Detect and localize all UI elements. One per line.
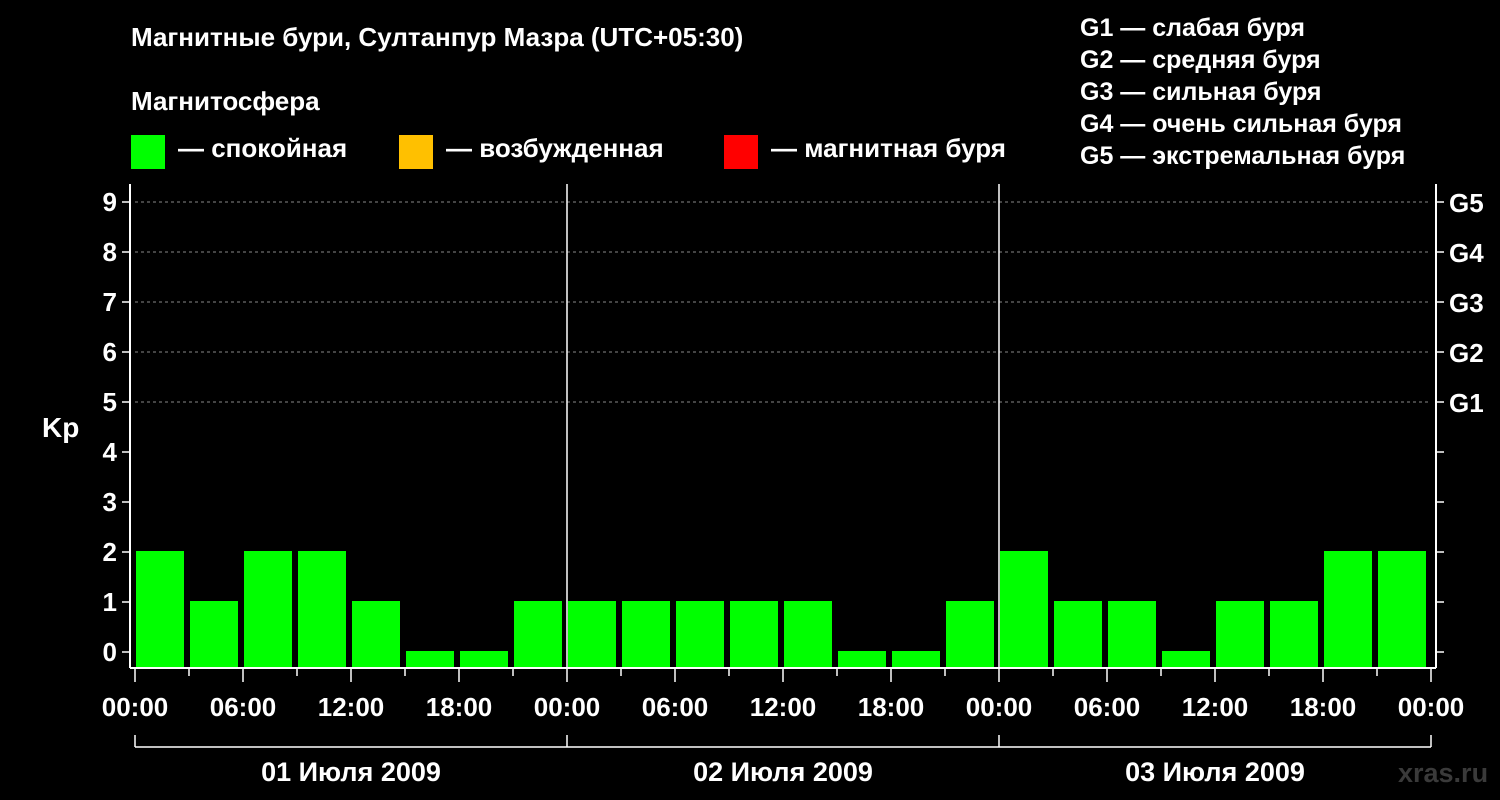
x-tick-label: 00:00 (534, 692, 601, 722)
y-tick-label: 3 (103, 487, 117, 517)
kp-bar (946, 601, 994, 668)
x-tick-label: 12:00 (318, 692, 385, 722)
g-tick-label: G3 (1449, 288, 1484, 318)
kp-bar (622, 601, 670, 668)
kp-bar (1378, 551, 1426, 668)
kp-bar (838, 651, 886, 668)
kp-bar (352, 601, 400, 668)
day-label: 01 Июля 2009 (261, 757, 441, 787)
y-tick-label: 4 (103, 437, 118, 467)
x-tick-label: 18:00 (858, 692, 925, 722)
x-tick-label: 06:00 (210, 692, 277, 722)
kp-bar (1270, 601, 1318, 668)
kp-bar (298, 551, 346, 668)
y-tick-label: 0 (103, 637, 117, 667)
g-tick-label: G4 (1449, 238, 1484, 268)
kp-bar (190, 601, 238, 668)
kp-bar (1162, 651, 1210, 668)
y-tick-label: 7 (103, 287, 117, 317)
kp-bar (676, 601, 724, 668)
day-label: 03 Июля 2009 (1125, 757, 1305, 787)
x-tick-label: 00:00 (1398, 692, 1465, 722)
y-tick-label: 5 (103, 387, 117, 417)
g-tick-label: G1 (1449, 388, 1484, 418)
kp-bar (730, 601, 778, 668)
kp-bar (406, 651, 454, 668)
kp-bar (1324, 551, 1372, 668)
y-tick-label: 1 (103, 587, 117, 617)
kp-bar (784, 601, 832, 668)
kp-bar (1216, 601, 1264, 668)
y-tick-label: 6 (103, 337, 117, 367)
kp-bar (514, 601, 562, 668)
x-tick-label: 00:00 (966, 692, 1033, 722)
x-tick-label: 12:00 (750, 692, 817, 722)
y-tick-label: 2 (103, 537, 117, 567)
x-tick-label: 18:00 (426, 692, 493, 722)
kp-chart: 0 1 2 3 4 5 6 7 8 9 G1 G2 G3 G4 G5 00:00 06:00 12:00 18:00… (102, 184, 1484, 787)
g-tick-label: G5 (1449, 188, 1484, 218)
y-tick-label: 9 (103, 187, 117, 217)
x-tick-label: 12:00 (1182, 692, 1249, 722)
day-label: 02 Июля 2009 (693, 757, 873, 787)
kp-bar (1000, 551, 1048, 668)
kp-bar (136, 551, 184, 668)
x-tick-label: 00:00 (102, 692, 169, 722)
g-tick-label: G2 (1449, 338, 1484, 368)
x-tick-label: 18:00 (1290, 692, 1357, 722)
kp-bar (892, 651, 940, 668)
x-tick-label: 06:00 (1074, 692, 1141, 722)
kp-bar (568, 601, 616, 668)
x-tick-label: 06:00 (642, 692, 709, 722)
kp-bar (460, 651, 508, 668)
kp-bar (244, 551, 292, 668)
kp-bar (1108, 601, 1156, 668)
y-tick-label: 8 (103, 237, 117, 267)
kp-bar (1054, 601, 1102, 668)
